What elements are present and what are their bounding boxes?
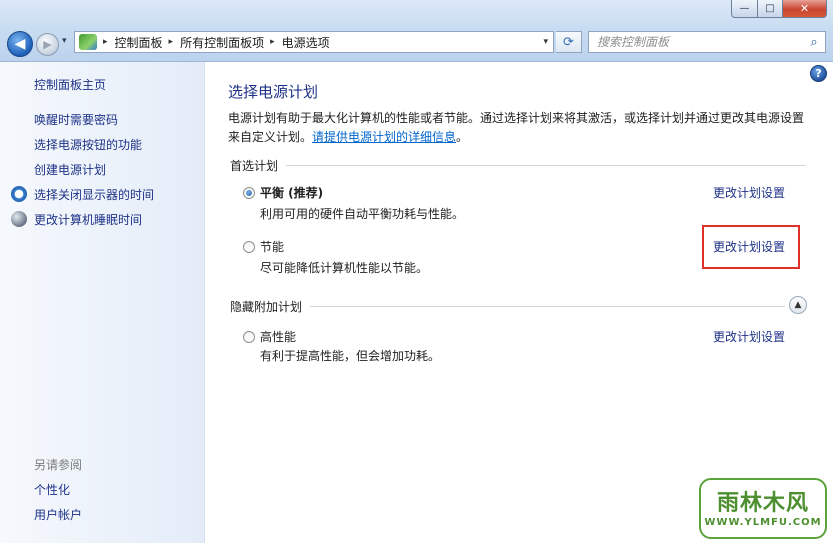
divider <box>310 305 786 307</box>
magnifier-icon[interactable]: ⌕ <box>803 35 825 50</box>
page-title: 选择电源计划 <box>228 83 319 101</box>
breadcrumb-separator[interactable]: ▸ <box>270 37 275 47</box>
plan-balanced-name[interactable]: 平衡 (推荐) <box>260 184 323 201</box>
sidebar: 控制面板主页 唤醒时需要密码 选择电源按钮的功能 创建电源计划 选择关闭显示器的… <box>0 62 205 543</box>
plan-balanced-desc: 利用可用的硬件自动平衡功耗与性能。 <box>260 207 465 221</box>
control-panel-icon <box>79 34 97 50</box>
moon-icon <box>11 211 27 227</box>
sidebar-item-power-button[interactable]: 选择电源按钮的功能 <box>34 136 142 153</box>
preferred-plans-group: 首选计划 <box>230 157 807 173</box>
sidebar-item-create-plan[interactable]: 创建电源计划 <box>34 161 106 178</box>
breadcrumb-power-options[interactable]: 电源选项 <box>282 34 330 51</box>
clock-monitor-icon <box>11 186 27 202</box>
radio-power-saver[interactable] <box>243 241 255 253</box>
highlight-box <box>702 225 800 269</box>
breadcrumb-all-items[interactable]: 所有控制面板项 <box>180 34 264 51</box>
sidebar-item-display-off[interactable]: 选择关闭显示器的时间 <box>34 186 154 203</box>
sidebar-item-sleep-time[interactable]: 更改计算机睡眠时间 <box>34 211 142 228</box>
radio-high-performance[interactable] <box>243 331 255 343</box>
plan-power-saver-name[interactable]: 节能 <box>260 238 284 255</box>
sidebar-item-wake-password[interactable]: 唤醒时需要密码 <box>34 111 118 128</box>
minimize-button[interactable]: — <box>731 0 758 18</box>
divider <box>286 164 807 166</box>
watermark-logo: 雨林木风 WWW.YLMFU.COM <box>699 478 827 539</box>
hidden-plans-heading: 隐藏附加计划 <box>230 299 303 314</box>
recent-pages-dropdown[interactable]: ▾ <box>62 36 67 46</box>
change-settings-high-performance-link[interactable]: 更改计划设置 <box>713 328 785 345</box>
main-content: ? 选择电源计划 电源计划有助于最大化计算机的性能或者节能。通过选择计划来将其激… <box>205 62 833 543</box>
plan-details-link[interactable]: 请提供电源计划的详细信息 <box>312 130 456 144</box>
watermark-main-text: 雨林木风 <box>716 491 809 516</box>
refresh-button[interactable]: ⟳ <box>556 31 582 53</box>
chevron-up-icon: ▲ <box>794 300 802 310</box>
breadcrumb-separator[interactable]: ▸ <box>169 37 174 47</box>
page-description: 电源计划有助于最大化计算机的性能或者节能。通过选择计划来将其激活，或选择计划并通… <box>228 109 808 147</box>
forward-button[interactable]: ▶ <box>36 33 59 56</box>
watermark-url-text: WWW.YLMFU.COM <box>704 517 822 528</box>
plan-power-saver-desc: 尽可能降低计算机性能以节能。 <box>260 261 429 275</box>
see-also-user-accounts[interactable]: 用户帐户 <box>34 506 82 523</box>
hidden-plans-group: 隐藏附加计划 <box>230 298 786 314</box>
see-also-heading: 另请参阅 <box>34 458 83 472</box>
description-end: 。 <box>456 130 469 144</box>
window-controls: — □ ✕ <box>731 0 827 18</box>
close-button[interactable]: ✕ <box>783 0 827 18</box>
help-icon[interactable]: ? <box>810 65 827 82</box>
refresh-icon: ⟳ <box>563 34 574 50</box>
change-settings-balanced-link[interactable]: 更改计划设置 <box>713 184 785 201</box>
plan-high-performance-desc: 有利于提高性能，但会增加功耗。 <box>260 349 441 363</box>
search-input[interactable] <box>589 35 803 49</box>
maximize-button[interactable]: □ <box>758 0 783 18</box>
window-titlebar: — □ ✕ ◀ ▶ ▾ ▸ 控制面板 ▸ 所有控制面板项 ▸ 电源选项 ▾ ⟳ … <box>0 0 833 62</box>
plan-high-performance-name[interactable]: 高性能 <box>260 328 296 345</box>
back-button[interactable]: ◀ <box>7 31 33 57</box>
breadcrumb-separator[interactable]: ▸ <box>103 37 108 47</box>
arrow-right-icon: ▶ <box>43 38 52 51</box>
preferred-plans-heading: 首选计划 <box>230 158 279 173</box>
collapse-hidden-plans-button[interactable]: ▲ <box>789 296 807 314</box>
search-box[interactable]: ⌕ <box>588 31 826 53</box>
radio-balanced[interactable] <box>243 187 255 199</box>
sidebar-home-link[interactable]: 控制面板主页 <box>34 76 106 93</box>
address-dropdown-button[interactable]: ▾ <box>543 37 548 47</box>
breadcrumb-control-panel[interactable]: 控制面板 <box>115 34 163 51</box>
address-bar[interactable]: ▸ 控制面板 ▸ 所有控制面板项 ▸ 电源选项 ▾ <box>74 31 554 53</box>
arrow-left-icon: ◀ <box>14 36 26 52</box>
see-also-personalization[interactable]: 个性化 <box>34 481 70 498</box>
